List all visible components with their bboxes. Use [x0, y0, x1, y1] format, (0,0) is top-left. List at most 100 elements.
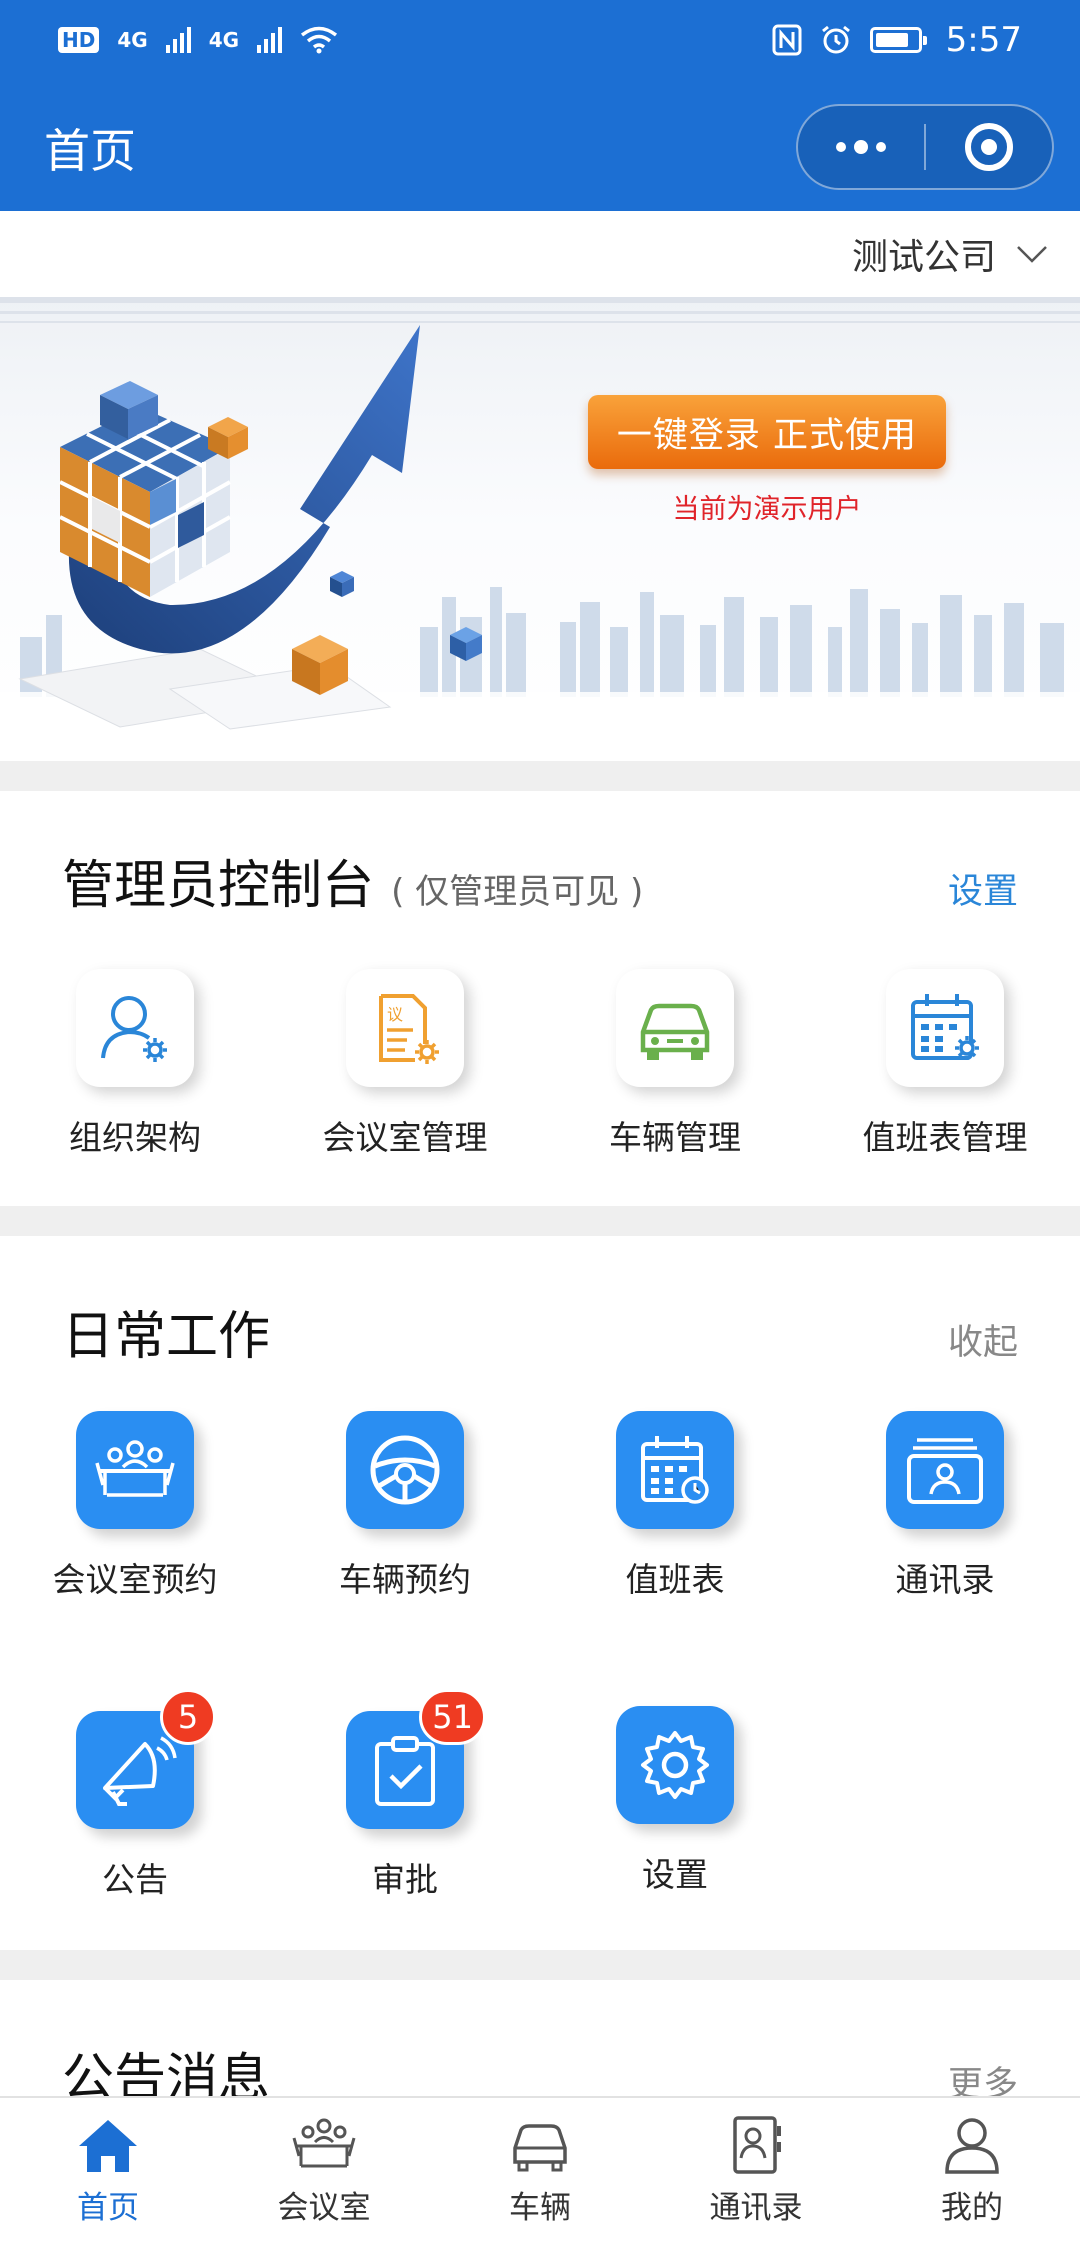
- svg-text:议: 议: [387, 1005, 403, 1024]
- tab-label: 通讯录: [709, 2190, 803, 2226]
- admin-settings-link[interactable]: 设置: [948, 863, 1018, 914]
- daily-work-title: 日常工作: [62, 1307, 271, 1367]
- page-title: 首页: [44, 124, 136, 178]
- bottom-tab-bar: 首页 会议室 车辆 通讯录 我的: [0, 2096, 1080, 2244]
- daily-work-card: 日常工作 收起 会议室预约 车辆预约 值班表 通讯录 5 公告 51 审批 设置: [0, 1236, 1080, 1950]
- admin-item-org-structure[interactable]: 组织架构: [0, 969, 270, 1159]
- admin-console-card: 管理员控制台 ( 仅管理员可见 ) 设置 组织架构 议 会议室管理 车辆管理 值…: [0, 791, 1080, 1206]
- signal-icon: [257, 27, 283, 53]
- daily-item-icon-box: [886, 1411, 1004, 1529]
- signal-icon: [165, 27, 191, 53]
- daily-item-icon-box: [616, 1411, 734, 1529]
- top-bar: HD 4G 4G 5:57 首页: [0, 0, 1080, 211]
- megaphone-icon: [103, 1736, 177, 1806]
- network-type-1: 4G: [117, 28, 148, 52]
- admin-item-label: 车辆管理: [609, 1118, 741, 1157]
- collapse-link[interactable]: 收起: [948, 1314, 1018, 1365]
- hd-badge: HD: [58, 27, 100, 53]
- daily-item-vehicle-booking[interactable]: 车辆预约: [270, 1411, 540, 1601]
- user-settings-icon: [101, 996, 167, 1062]
- announcements-card: 公告消息 更多: [0, 1980, 1080, 2109]
- tab-label: 会议室: [277, 2190, 371, 2226]
- admin-item-label: 组织架构: [69, 1118, 201, 1157]
- daily-item-announcements[interactable]: 5 公告: [0, 1689, 270, 1901]
- notification-badge: 5: [160, 1689, 216, 1745]
- company-name: 测试公司: [851, 237, 996, 278]
- wifi-icon: [300, 26, 338, 54]
- car-icon: [640, 1003, 710, 1060]
- demo-user-note: 当前为演示用户: [672, 494, 862, 525]
- tab-meeting-room[interactable]: 会议室: [216, 2098, 432, 2244]
- close-button[interactable]: [926, 106, 1052, 188]
- admin-item-duty-roster-mgmt[interactable]: 值班表管理: [810, 969, 1080, 1159]
- tab-contacts[interactable]: 通讯录: [648, 2098, 864, 2244]
- title-bar: 首页: [0, 100, 1080, 196]
- admin-console-header: 管理员控制台 ( 仅管理员可见 ) 设置: [62, 843, 1018, 918]
- admin-item-vehicle-mgmt[interactable]: 车辆管理: [540, 969, 810, 1159]
- document-settings-icon: 议: [379, 994, 439, 1064]
- clock: 5:57: [945, 20, 1022, 60]
- admin-item-icon-box: [886, 969, 1004, 1087]
- more-button[interactable]: [798, 106, 924, 188]
- person-icon: [945, 2118, 999, 2174]
- calendar-settings-icon: [911, 994, 979, 1060]
- contacts-book-icon: [733, 2116, 781, 2174]
- gear-icon: [641, 1731, 709, 1799]
- daily-item-settings[interactable]: 设置: [540, 1706, 810, 1896]
- admin-item-icon-box: [76, 969, 194, 1087]
- network-type-2: 4G: [208, 28, 240, 52]
- admin-console-subtitle: ( 仅管理员可见 ): [391, 872, 644, 912]
- chevron-down-icon: [1017, 246, 1047, 263]
- admin-item-icon-box: 议: [346, 969, 464, 1087]
- tab-vehicle[interactable]: 车辆: [432, 2098, 648, 2244]
- tab-label: 我的: [941, 2190, 1003, 2226]
- company-selector[interactable]: 测试公司: [0, 211, 1080, 297]
- alarm-icon: [821, 25, 850, 54]
- admin-console-title: 管理员控制台: [62, 856, 375, 916]
- mini-program-capsule: [796, 104, 1054, 190]
- tab-label: 车辆: [509, 2190, 571, 2226]
- daily-item-label: 公告: [102, 1860, 168, 1899]
- admin-item-meeting-room-mgmt[interactable]: 议 会议室管理: [270, 969, 540, 1159]
- daily-item-label: 审批: [372, 1860, 438, 1899]
- home-icon: [79, 2120, 137, 2172]
- daily-item-label: 值班表: [625, 1560, 725, 1599]
- banner-illustration: [0, 297, 1080, 761]
- daily-item-contacts[interactable]: 通讯录: [810, 1411, 1080, 1601]
- tab-me[interactable]: 我的: [864, 2098, 1080, 2244]
- daily-item-label: 会议室预约: [52, 1560, 218, 1599]
- clipboard-check-icon: [375, 1736, 435, 1806]
- notification-badge: 51: [419, 1689, 486, 1745]
- admin-item-label: 会议室管理: [322, 1118, 488, 1157]
- daily-item-icon-box: [616, 1706, 734, 1824]
- daily-item-label: 通讯录: [895, 1560, 995, 1599]
- contact-card-icon: [907, 1438, 983, 1504]
- daily-item-icon-box: [76, 1411, 194, 1529]
- calendar-clock-icon: [641, 1436, 709, 1504]
- nfc-icon: [772, 24, 802, 56]
- one-click-login-button[interactable]: 一键登录 正式使用: [588, 395, 946, 469]
- daily-item-icon-box: 51: [346, 1689, 486, 1829]
- promo-banner: 一键登录 正式使用 当前为演示用户: [0, 297, 1080, 761]
- daily-item-icon-box: [346, 1411, 464, 1529]
- daily-item-duty-roster[interactable]: 值班表: [540, 1411, 810, 1601]
- meeting-room-icon: [95, 1440, 175, 1497]
- status-left: HD 4G 4G: [58, 26, 338, 54]
- tab-home[interactable]: 首页: [0, 2098, 216, 2244]
- daily-work-header: 日常工作 收起: [62, 1294, 1018, 1369]
- status-right: 5:57: [772, 20, 1022, 60]
- daily-item-approvals[interactable]: 51 审批: [270, 1689, 540, 1901]
- admin-item-icon-box: [616, 969, 734, 1087]
- status-bar: HD 4G 4G 5:57: [0, 0, 1080, 80]
- daily-item-meeting-booking[interactable]: 会议室预约: [0, 1411, 270, 1601]
- tab-label: 首页: [77, 2190, 139, 2226]
- daily-item-label: 车辆预约: [339, 1560, 471, 1599]
- meeting-room-icon: [292, 2118, 356, 2168]
- record-target-icon: [965, 123, 1013, 171]
- more-dots-icon: [836, 140, 886, 154]
- daily-item-label: 设置: [642, 1855, 708, 1894]
- battery-icon: [869, 27, 927, 53]
- admin-item-label: 值班表管理: [862, 1118, 1028, 1157]
- daily-item-icon-box: 5: [76, 1689, 216, 1829]
- admin-console-title-group: 管理员控制台 ( 仅管理员可见 ): [62, 843, 643, 918]
